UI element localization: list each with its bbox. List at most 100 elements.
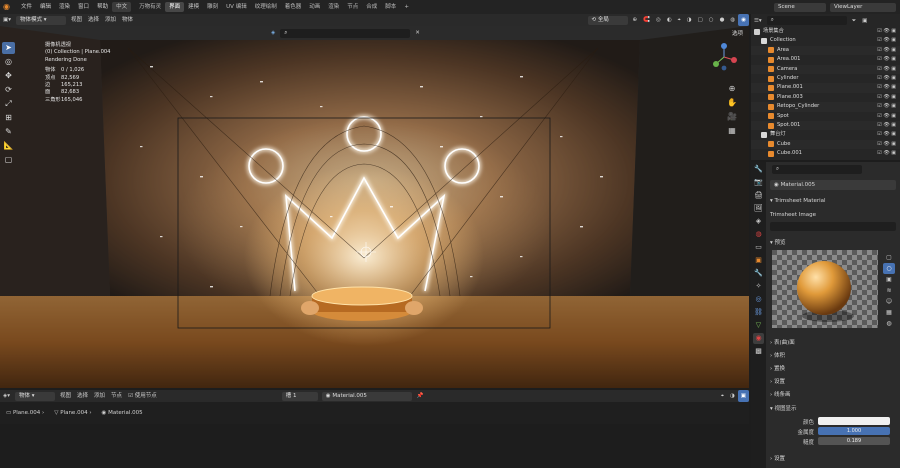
pin-icon[interactable]: 📌	[414, 390, 427, 402]
menu-add[interactable]: 添加	[102, 14, 119, 26]
constraints-tab-icon[interactable]: ⛓	[753, 307, 764, 318]
outliner-row[interactable]: Cylinder ☑ 👁 ▣	[751, 74, 900, 83]
viewlayer-selector[interactable]: ViewLayer	[830, 2, 896, 12]
xray-toggle-icon[interactable]: ▢	[695, 14, 706, 26]
add-workspace-icon[interactable]: +	[400, 2, 413, 12]
view-layer-tab-icon[interactable]: 🖼	[753, 203, 764, 214]
camera-view-icon[interactable]: 🎥	[727, 112, 737, 122]
pivot-icon[interactable]: ⊕	[630, 14, 641, 26]
mode-selector[interactable]: 物体模式 ▾	[15, 15, 66, 25]
roughness-slider[interactable]: 0.189	[818, 437, 890, 445]
preview-sphere-icon[interactable]: ○	[883, 263, 895, 274]
world-tab-icon[interactable]: ◍	[753, 229, 764, 240]
move-tool-icon[interactable]: ✥	[2, 70, 15, 82]
data-tab-icon[interactable]: ▽	[753, 320, 764, 331]
blender-logo-icon[interactable]: ◉	[3, 2, 13, 12]
lineart-panel-header[interactable]: › 线条画	[770, 390, 896, 398]
menu-help[interactable]: 帮助	[93, 0, 112, 14]
breadcrumb-mesh[interactable]: ▽ Plane.004 ›	[54, 410, 91, 416]
transform-tool-icon[interactable]: ⊞	[2, 112, 15, 124]
editor-type-icon[interactable]: ☰▾	[751, 15, 765, 27]
scale-tool-icon[interactable]: ⤢	[2, 98, 15, 110]
object-type-selector[interactable]: 物体 ▾	[15, 391, 55, 401]
viewport-settings-header[interactable]: › 设置	[770, 454, 896, 462]
particles-tab-icon[interactable]: ✧	[753, 281, 764, 292]
outliner-search-field[interactable]: ⌕	[766, 16, 847, 25]
workspace-tab[interactable]: 着色器	[281, 2, 306, 12]
preview-cloth-icon[interactable]: ▦	[883, 307, 895, 318]
material-selector[interactable]: ◉ Material.005	[321, 391, 412, 401]
menu-window[interactable]: 窗口	[74, 0, 93, 14]
3d-viewport[interactable]: ➤ ◎ ✥ ⟳ ⤢ ⊞ ✎ 📐 ▢ 摄像机透视 (0) Collection |…	[0, 26, 749, 388]
outliner-row[interactable]: Area.001 ☑ 👁 ▣	[751, 55, 900, 64]
preview-hair-icon[interactable]: ≋	[883, 285, 895, 296]
texture-tab-icon[interactable]: ▩	[753, 346, 764, 357]
workspace-tab[interactable]: 建模	[184, 2, 203, 12]
preview-flat-icon[interactable]: ▢	[883, 252, 895, 263]
select-tool-icon[interactable]: ➤	[2, 42, 15, 54]
surface-panel-header[interactable]: › 表(曲)面	[770, 338, 896, 346]
outliner-row[interactable]: Spot.001 ☑ 👁 ▣	[751, 120, 900, 131]
perspective-toggle-icon[interactable]: ▦	[727, 126, 737, 136]
outliner-row[interactable]: Cube.001 ☑ 👁 ▣	[751, 149, 900, 158]
workspace-tab[interactable]: 动画	[305, 2, 324, 12]
modifier-tab-icon[interactable]: 🔧	[753, 268, 764, 279]
metallic-slider[interactable]: 1.000	[818, 427, 890, 435]
object-tab-icon[interactable]: ▣	[753, 255, 764, 266]
render-search-field[interactable]: ⌕	[280, 28, 411, 38]
preview-cube-icon[interactable]: ▣	[883, 274, 895, 285]
settings-panel-header[interactable]: › 设置	[770, 377, 896, 385]
workspace-tab[interactable]: 脚本	[381, 2, 400, 12]
overlay-toggle-icon[interactable]: ◑	[684, 14, 695, 26]
visibility-eye-icon[interactable]: ☑ 👁 ▣	[877, 65, 896, 74]
visibility-icon[interactable]: ◐	[664, 14, 675, 26]
visibility-eye-icon[interactable]: ☑ 👁 ▣	[877, 46, 896, 55]
viewport-display-header[interactable]: ▾ 视图显示	[770, 404, 896, 412]
overlay-icon[interactable]: ◑	[727, 390, 738, 402]
workspace-tab[interactable]: 雕刻	[203, 2, 222, 12]
material-tab-icon[interactable]: ◉	[753, 333, 764, 344]
visibility-eye-icon[interactable]: ☑ 👁 ▣	[877, 36, 896, 45]
collection-tab-icon[interactable]: ▭	[753, 242, 764, 253]
outliner-row[interactable]: Plane.003 ☑ 👁 ▣	[751, 93, 900, 102]
menu-add[interactable]: 添加	[91, 390, 108, 402]
snap-icon[interactable]: ⌖	[718, 390, 727, 402]
navigation-gizmo[interactable]	[709, 42, 739, 72]
trimsheet-image-field[interactable]	[770, 222, 896, 231]
menu-file[interactable]: 文件	[17, 0, 36, 14]
menu-edit[interactable]: 编辑	[36, 0, 55, 14]
workspace-tab[interactable]: 万物有灵	[135, 2, 165, 12]
physics-tab-icon[interactable]: ◎	[753, 294, 764, 305]
pan-hand-icon[interactable]: ✋	[727, 98, 737, 108]
transform-orientation-selector[interactable]: ⟲ 全局	[587, 15, 628, 25]
preview-panel-header[interactable]: ▾ 预览	[770, 238, 896, 246]
viewport-color-field[interactable]	[818, 417, 890, 425]
material-slot[interactable]: ◉ Material.005	[770, 180, 896, 190]
visibility-eye-icon[interactable]: ☑ 👁 ▣	[877, 74, 896, 83]
trimsheet-panel-header[interactable]: ▾ Trimsheet Material	[770, 198, 896, 204]
tool-tab-icon[interactable]: 🔧	[753, 164, 764, 175]
breadcrumb-object[interactable]: ▭ Plane.004 ›	[6, 410, 44, 416]
shading-material-icon[interactable]: ◍	[727, 14, 738, 26]
shading-rendered-icon[interactable]: ◉	[738, 14, 749, 26]
gizmo-toggle-icon[interactable]: ⌖	[675, 14, 684, 26]
rotate-tool-icon[interactable]: ⟳	[2, 84, 15, 96]
outliner-row[interactable]: Cube ☑ 👁 ▣	[751, 139, 900, 150]
shading-solid-icon[interactable]: ●	[717, 14, 728, 26]
use-nodes-checkbox[interactable]: ☑ 使用节点	[125, 390, 160, 402]
menu-object[interactable]: 物体	[119, 14, 136, 26]
workspace-tab[interactable]: UV 编辑	[222, 2, 251, 12]
backdrop-icon[interactable]: ▣	[737, 390, 749, 402]
visibility-eye-icon[interactable]: ☑ 👁 ▣	[877, 121, 896, 130]
properties-search-field[interactable]: ⌕	[772, 165, 862, 174]
new-collection-icon[interactable]: ▣	[859, 15, 870, 27]
menu-view[interactable]: 视图	[68, 14, 85, 26]
menu-select[interactable]: 选择	[85, 14, 102, 26]
workspace-tab-active[interactable]: 界面	[165, 2, 185, 12]
menu-view[interactable]: 视图	[57, 390, 74, 402]
menu-select[interactable]: 选择	[74, 390, 91, 402]
visibility-eye-icon[interactable]: ☑ 👁 ▣	[877, 83, 896, 92]
editor-type-icon[interactable]: ▣▾	[0, 14, 14, 26]
visibility-eye-icon[interactable]: ☑ 👁 ▣	[877, 102, 896, 111]
workspace-tab[interactable]: 纹理绘制	[251, 2, 281, 12]
